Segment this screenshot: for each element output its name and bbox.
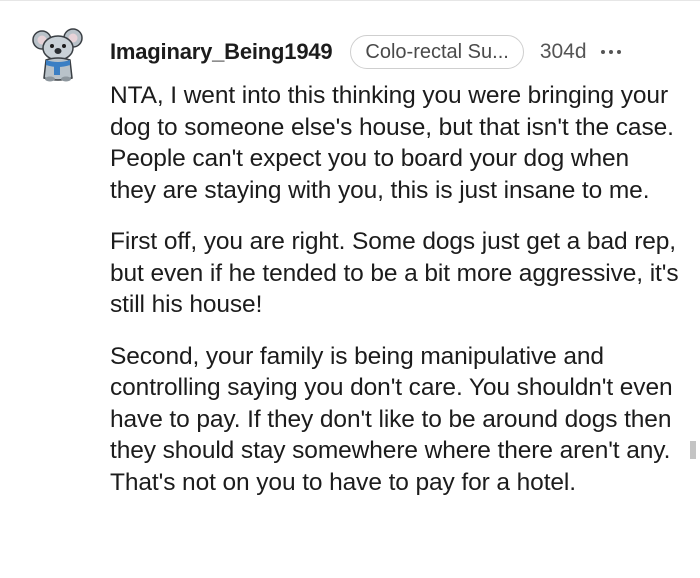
comment-paragraph: Second, your family is being manipulativ… xyxy=(110,342,673,496)
dot xyxy=(616,50,621,54)
dot xyxy=(608,50,613,54)
user-flair: Colo-rectal Su... xyxy=(350,35,524,69)
comment-paragraph: NTA, I went into this thinking you were … xyxy=(110,82,674,204)
comment-body: NTA, I went into this thinking you were … xyxy=(110,80,680,518)
avatar[interactable] xyxy=(28,24,88,84)
comment: Imaginary_Being1949 Colo-rectal Su... 30… xyxy=(0,0,700,578)
koala-avatar-icon xyxy=(32,28,83,82)
comment-age: 304d xyxy=(539,40,587,63)
comment-paragraph: First off, you are right. Some dogs just… xyxy=(110,228,679,318)
dot xyxy=(600,50,605,54)
more-options-icon[interactable] xyxy=(600,42,621,62)
username[interactable]: Imaginary_Being1949 xyxy=(110,39,333,65)
scrollbar-thumb[interactable] xyxy=(690,441,696,459)
comment-header: Imaginary_Being1949 Colo-rectal Su... 30… xyxy=(110,34,621,70)
